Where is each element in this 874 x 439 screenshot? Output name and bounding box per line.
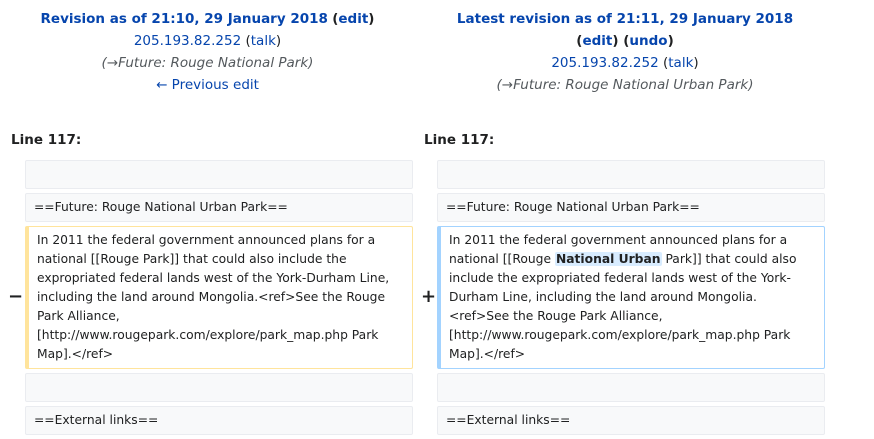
new-revision-header: Latest revision as of 21:11, 29 January … [415,8,835,96]
new-revision-link[interactable]: Latest revision as of 21:11, 29 January … [457,11,793,27]
old-talk-link[interactable]: talk [251,33,276,49]
old-context-heading-row: ==Future: Rouge National Urban Park== [25,193,413,222]
new-user-link[interactable]: 205.193.82.252 [551,55,658,71]
new-talk-link[interactable]: talk [668,55,693,71]
new-context-external-links-row: ==External links== [437,406,825,435]
old-edit-summary: (→Future: Rouge National Park) [101,55,314,71]
inserted-text-highlight: National Urban [554,252,662,266]
previous-edit-link[interactable]: ← Previous edit [156,77,259,93]
old-context-external-links-row: ==External links== [25,406,413,435]
old-revision-header: Revision as of 21:10, 29 January 2018 (e… [0,8,415,96]
minus-marker: − [8,286,24,307]
plus-marker: + [421,286,437,307]
old-edit-link[interactable]: edit [338,11,368,27]
old-context-empty-row [25,160,413,189]
new-edit-link[interactable]: edit [582,33,612,49]
new-line-number: Line 117: [424,132,495,148]
added-line-row: In 2011 the federal government announced… [437,226,825,369]
new-summary-section-link[interactable]: → [502,77,513,93]
undo-link[interactable]: undo [629,33,667,49]
old-revision-link[interactable]: Revision as of 21:10, 29 January 2018 [41,11,328,27]
old-context-empty-row-2 [25,373,413,402]
old-line-number: Line 117: [11,132,82,148]
new-context-heading-row: ==Future: Rouge National Urban Park== [437,193,825,222]
new-edit-summary: (→Future: Rouge National Urban Park) [496,77,754,93]
old-summary-section-link[interactable]: → [107,55,118,71]
new-context-empty-row-2 [437,373,825,402]
deleted-line-row: In 2011 the federal government announced… [25,226,413,369]
new-context-empty-row [437,160,825,189]
old-user-link[interactable]: 205.193.82.252 [134,33,241,49]
